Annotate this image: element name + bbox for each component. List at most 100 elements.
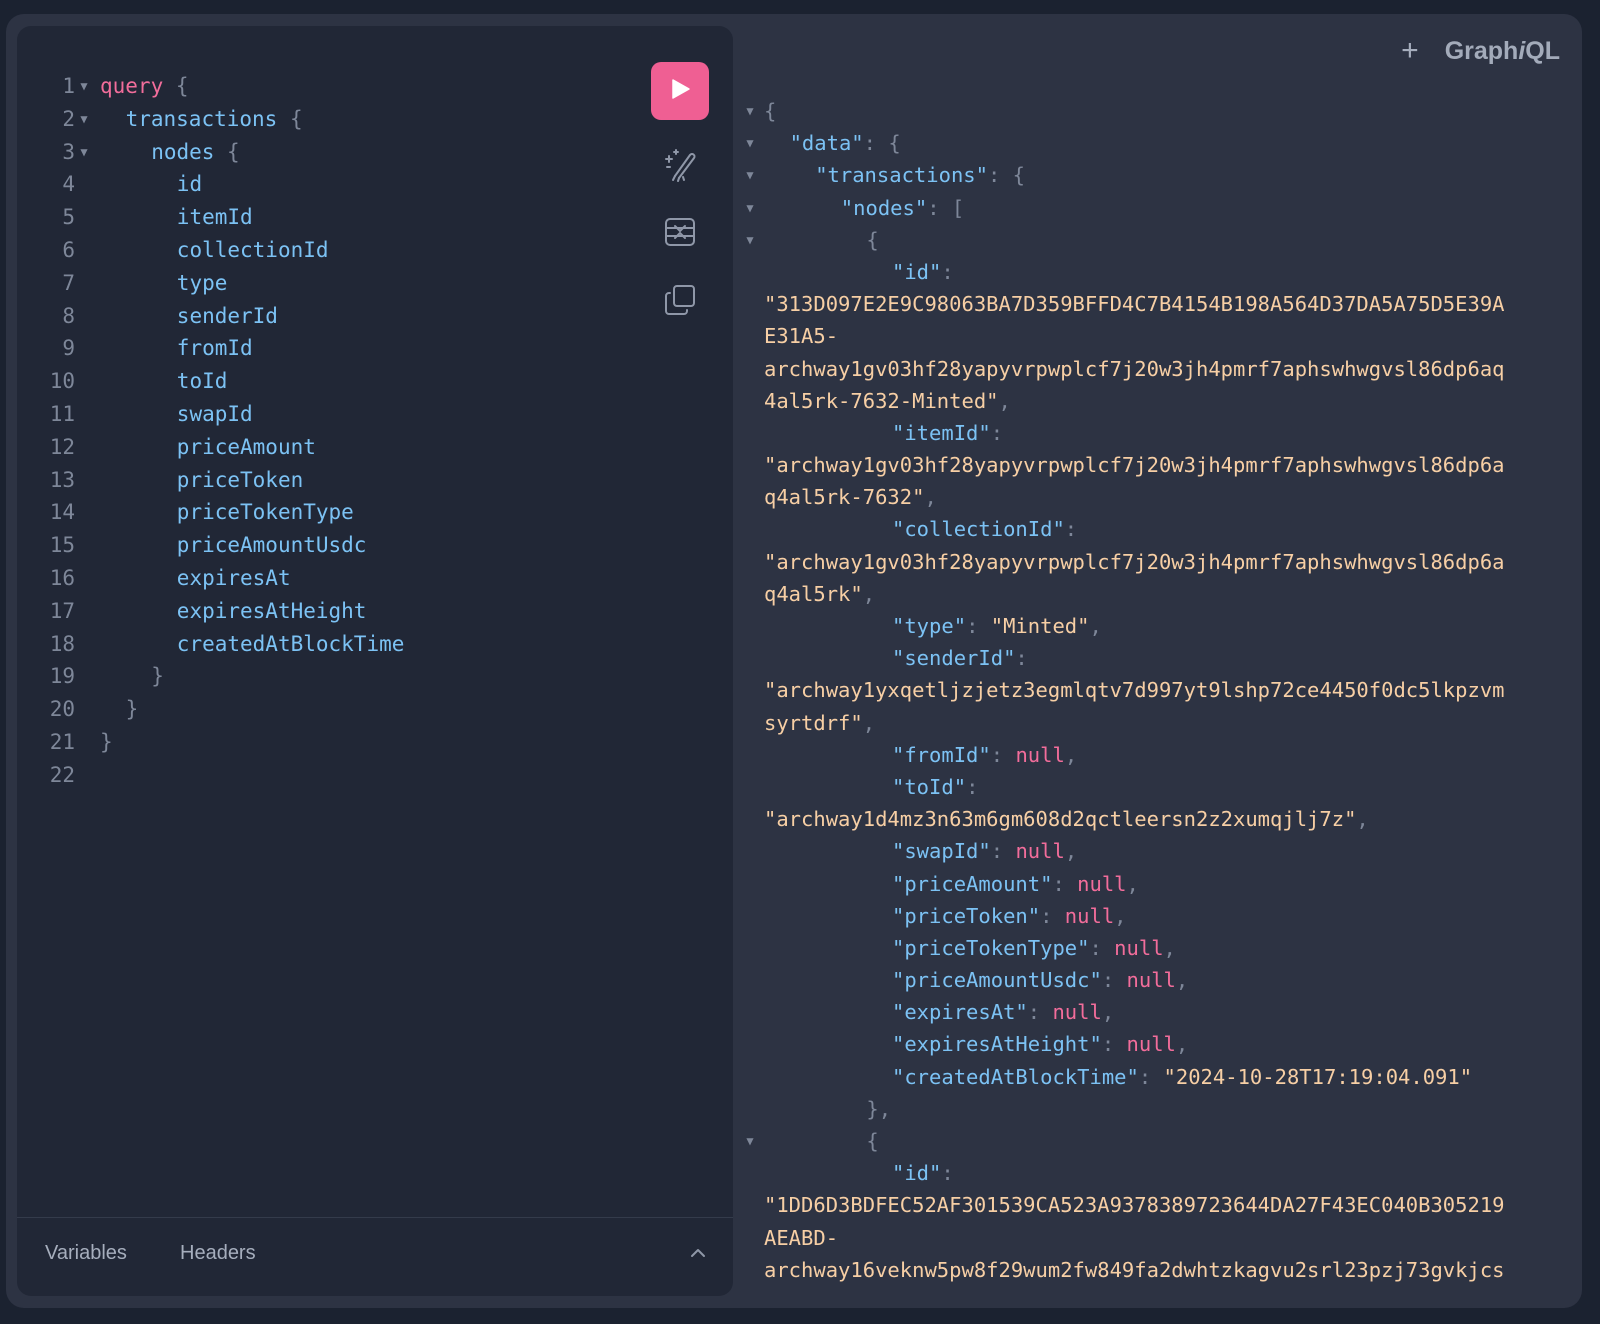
run-query-button[interactable] [651,62,709,120]
response-token: : [990,839,1016,864]
query-line[interactable]: 9 fromId [17,332,637,365]
query-line[interactable]: 11 swapId [17,398,637,431]
query-line[interactable]: 8 senderId [17,300,637,333]
toggle-editor-tools-button[interactable] [683,1240,713,1270]
fold-arrow-icon[interactable]: ▼ [77,70,91,103]
query-line[interactable]: 22 [17,759,637,792]
code-text: } [100,693,139,726]
response-token: : [1089,935,1115,960]
fold-arrow-icon[interactable]: ▼ [743,95,757,127]
response-line: "createdAtBlockTime": "2024-10-28T17:19:… [733,1061,1582,1093]
merge-fragments-icon [662,214,698,255]
query-line[interactable]: 2 ▼ transactions { [17,103,637,136]
query-line[interactable]: 4 id [17,168,637,201]
line-number: 22 [49,762,75,787]
code-token: priceAmountUsdc [176,533,367,558]
code-token: itemId [176,205,253,230]
response-text: "data": { [764,127,901,159]
query-line[interactable]: 13 priceToken [17,464,637,497]
tab-headers[interactable]: Headers [180,1242,256,1265]
query-line[interactable]: 21} [17,726,637,759]
response-token: "Minted" [990,614,1090,638]
response-token: : [990,420,1004,445]
code-token: priceAmount [176,434,316,459]
response-token: : [990,742,1016,767]
response-token: archway1gv03hf28yapyvrpwplcf7j20w3jh4pmr… [764,356,1505,381]
response-token: "priceTokenType" [892,935,1090,960]
line-number: 2 [62,106,75,131]
query-line[interactable]: 3 ▼ nodes { [17,136,637,169]
response-panel: + GraphiQL ▼{▼ "data": {▼ "transactions": … [733,14,1582,1308]
fold-arrow-icon[interactable]: ▼ [743,127,757,159]
code-token: transactions [125,106,278,131]
prettify-button[interactable] [651,144,709,188]
fold-arrow-icon[interactable]: ▼ [743,159,757,191]
copy-query-button[interactable] [651,280,709,324]
response-line: "archway1d4mz3n63m6gm608d2qctleersn2z2xu… [733,803,1582,835]
response-text: q4al5rk", [764,578,875,610]
response-viewer[interactable]: ▼{▼ "data": {▼ "transactions": {▼ "nodes": … [733,95,1582,1286]
query-line[interactable]: 20} [17,693,637,726]
add-tab-button[interactable]: + [1401,34,1419,68]
tab-variables[interactable]: Variables [45,1242,127,1265]
response-token: "data" [789,131,864,156]
response-token: null [1015,839,1065,864]
query-line[interactable]: 5 itemId [17,201,637,234]
fold-arrow-icon[interactable]: ▼ [77,103,91,136]
query-line[interactable]: 10 toId [17,365,637,398]
response-token: : [1064,517,1078,542]
query-line[interactable]: 6 collectionId [17,234,637,267]
response-text: "id": [764,1157,954,1189]
response-line: archway1gv03hf28yapyvrpwplcf7j20w3jh4pmr… [733,353,1582,385]
code-text: priceAmount [100,431,316,464]
response-line: 4al5rk-7632-Minted", [733,385,1582,417]
fold-arrow-icon[interactable]: ▼ [743,192,757,224]
response-token: : { [987,163,1026,188]
response-line: "archway1yxqetljzjetz3egmlqtv7d997yt9lsh… [733,674,1582,706]
response-token: "type" [892,614,967,638]
fold-arrow-icon[interactable]: ▼ [743,1125,757,1157]
response-line: "expiresAtHeight": null, [733,1028,1582,1060]
response-token: { [866,227,879,252]
query-line[interactable]: 14 priceTokenType [17,496,637,529]
response-line: "expiresAt": null, [733,996,1582,1028]
code-token: senderId [176,303,278,328]
response-token: : [1052,871,1078,896]
fold-arrow-icon[interactable]: ▼ [77,136,91,169]
code-text: fromId [100,332,253,365]
code-text: transactions { [100,103,303,136]
line-number: 11 [49,401,75,426]
code-text: type [100,267,228,300]
play-icon [668,77,692,106]
query-editor[interactable]: 1 ▼ query {2 ▼ transactions {3 ▼ nodes {4 id 5 it… [17,70,637,792]
merge-fragments-button[interactable] [651,212,709,256]
code-token: swapId [176,401,253,426]
query-line[interactable]: 19} [17,660,637,693]
response-token: : [ [927,195,965,220]
response-token: , [1064,742,1078,767]
response-token: "id" [892,259,942,284]
response-text: "toId": [764,771,978,803]
response-text: 4al5rk-7632-Minted", [764,385,1011,417]
query-line[interactable]: 1 ▼ query { [17,70,637,103]
response-line: ▼ "nodes": [ [733,192,1582,224]
response-token: , [1114,903,1127,928]
query-line[interactable]: 15 priceAmountUsdc [17,529,637,562]
response-token: "createdAtBlockTime" [892,1064,1139,1089]
response-text: "itemId": [764,417,1003,449]
query-line[interactable]: 12 priceAmount [17,431,637,464]
query-line[interactable]: 7 type [17,267,637,300]
code-text: collectionId [100,234,329,267]
code-token: fromId [176,336,253,361]
code-text: createdAtBlockTime [100,628,405,661]
fold-arrow-icon[interactable]: ▼ [743,224,757,256]
query-line[interactable]: 16 expiresAt [17,562,637,595]
response-line: ▼ "data": { [733,127,1582,159]
query-line[interactable]: 18 createdAtBlockTime [17,628,637,661]
code-token: query [100,74,164,98]
response-text: archway16veknw5pw8f29wum2fw849fa2dwhtzka… [764,1254,1505,1286]
chevron-up-icon [688,1243,708,1268]
response-token: { [764,99,777,123]
query-line[interactable]: 17 expiresAtHeight [17,595,637,628]
response-text: "id": [764,256,954,288]
